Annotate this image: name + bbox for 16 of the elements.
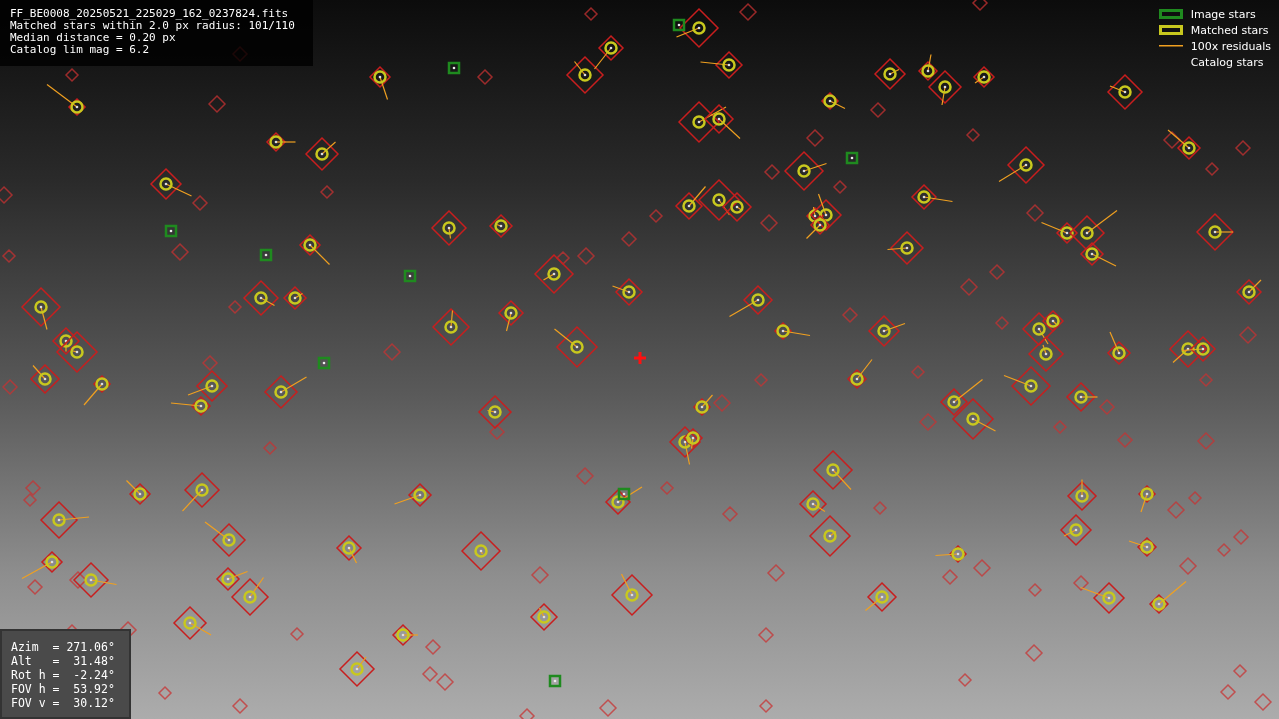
legend-label: 100x residuals: [1190, 39, 1271, 53]
pointing-text: FOV v = 30.12°: [11, 697, 115, 709]
info-text: FF_BE0008_20250521_225029_162_0237824.fits: [10, 8, 290, 20]
info-text: Matched stars within 2.0 px radius: 101/110: [10, 20, 295, 32]
info-text: Median distance = 0.20 px: [10, 32, 177, 44]
legend-label: Catalog stars: [1190, 55, 1264, 69]
info-text: Catalog lim mag = 6.2: [10, 44, 151, 56]
pointing-text: FOV h = 53.92°: [11, 683, 115, 695]
residual-line-icon: [1158, 45, 1183, 47]
pointing-text: Alt = 31.48°: [11, 655, 115, 667]
legend-label: Matched stars: [1190, 23, 1269, 37]
matched-star-swatch-icon: [1158, 25, 1183, 35]
image-star-swatch-icon: [1158, 9, 1183, 19]
pointing-text: Rot h = -2.24°: [11, 669, 115, 681]
legend-label: Image stars: [1190, 7, 1256, 21]
pointing-text: Azim = 271.06°: [11, 641, 115, 653]
